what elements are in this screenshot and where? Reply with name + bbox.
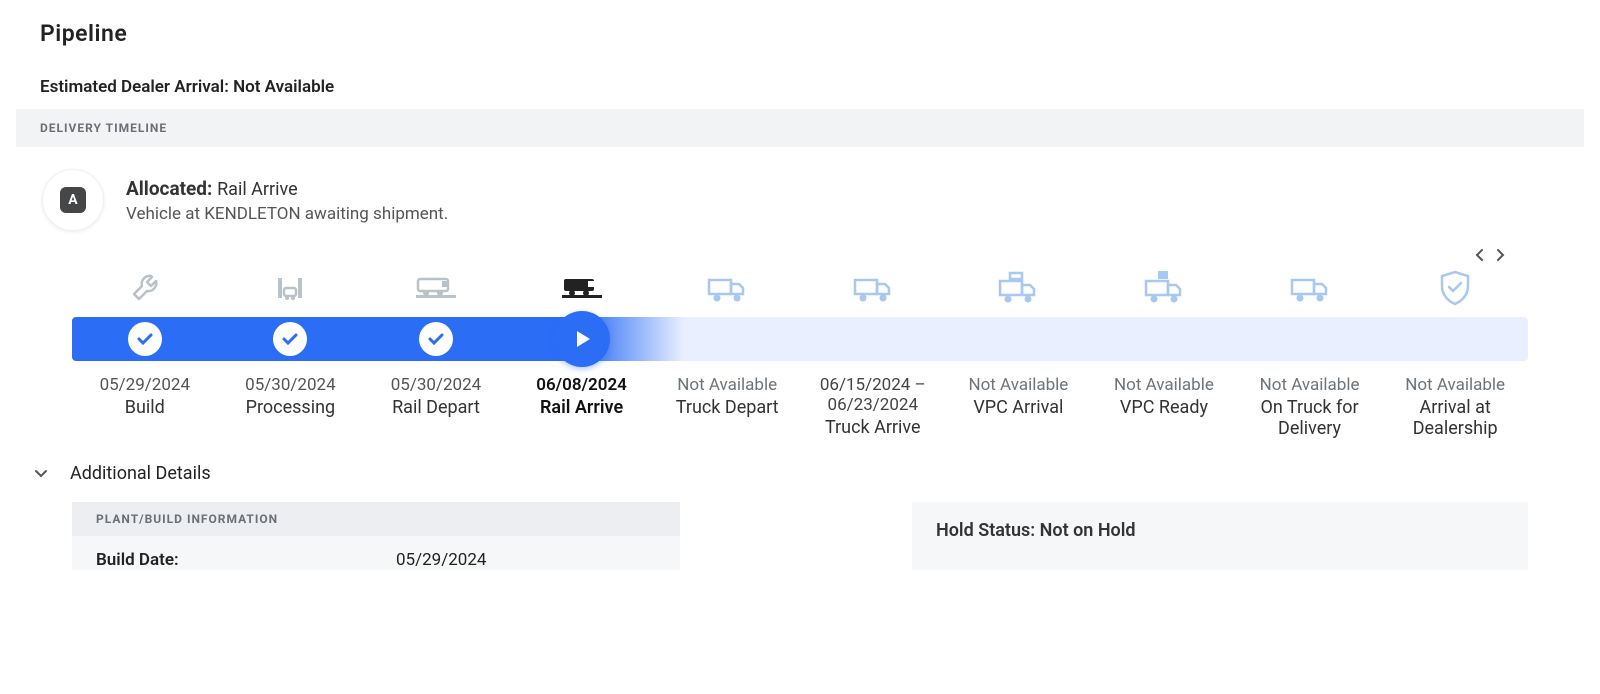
timeline-next-button[interactable] (1492, 247, 1508, 263)
timeline-step-label: Not AvailableOn Truck for Delivery (1237, 373, 1383, 441)
timeline-step-icon (72, 269, 218, 317)
play-icon (554, 311, 610, 367)
train-dark-icon (560, 269, 604, 307)
check-icon (273, 322, 307, 356)
step-date: Not Available (658, 375, 796, 395)
additional-details-toggle[interactable]: Additional Details (16, 441, 1584, 502)
chevron-down-icon (34, 464, 48, 483)
wrench-icon (123, 269, 167, 307)
step-date: 05/30/2024 (222, 375, 360, 395)
details-body: PLANT/BUILD INFORMATION Build Date: 05/2… (16, 502, 1584, 570)
timeline-step-label: 05/30/2024Rail Depart (363, 373, 509, 441)
timeline-step-label: Not AvailableVPC Arrival (946, 373, 1092, 441)
step-date: Not Available (1386, 375, 1524, 395)
timeline-step-icon (363, 269, 509, 317)
build-date-value: 05/29/2024 (396, 550, 486, 570)
timeline-node[interactable] (218, 322, 364, 356)
status-badge-letter: A (60, 187, 86, 213)
additional-details-label: Additional Details (70, 463, 211, 484)
timeline-step-icon (800, 269, 946, 317)
hold-status-label: Hold Status: (936, 520, 1035, 541)
delivery-timeline-section: DELIVERY TIMELINE A Allocated: Rail Arri… (16, 109, 1584, 570)
status-title-prefix: Allocated: (126, 177, 212, 200)
truck-door-icon (1142, 269, 1186, 307)
carwash-icon (268, 269, 312, 307)
status-title: Allocated: Rail Arrive (126, 177, 448, 200)
step-name: Rail Depart (367, 397, 505, 418)
status-badge: A (42, 169, 104, 231)
estimate-value: Not Available (233, 77, 334, 97)
truck-icon (1288, 269, 1332, 307)
step-name: Rail Arrive (513, 397, 651, 418)
timeline-step-label: Not AvailableVPC Ready (1091, 373, 1237, 441)
truck-box-icon (996, 269, 1040, 307)
timeline-step-label: 06/15/2024 – 06/23/2024Truck Arrive (800, 373, 946, 441)
timeline-step-label: 05/29/2024Build (72, 373, 218, 441)
check-icon (128, 322, 162, 356)
timeline-step-icon (218, 269, 364, 317)
timeline-node[interactable] (363, 322, 509, 356)
chevron-left-icon (1475, 248, 1485, 262)
timeline-node[interactable] (72, 322, 218, 356)
step-name: VPC Ready (1095, 397, 1233, 418)
step-name: Arrival at Dealership (1386, 397, 1524, 439)
status-title-suffix: Rail Arrive (217, 179, 298, 200)
timeline-step-label: Not AvailableArrival at Dealership (1382, 373, 1528, 441)
plant-info-header: PLANT/BUILD INFORMATION (72, 502, 680, 536)
step-date: 05/30/2024 (367, 375, 505, 395)
step-date: 05/29/2024 (76, 375, 214, 395)
plant-info-row: Build Date: 05/29/2024 (72, 536, 680, 570)
build-date-label: Build Date: (96, 550, 396, 570)
hold-status-panel: Hold Status: Not on Hold (912, 502, 1528, 570)
timeline: 05/29/2024Build05/30/2024Processing05/30… (16, 263, 1584, 441)
plant-info-panel: PLANT/BUILD INFORMATION Build Date: 05/2… (72, 502, 680, 570)
timeline-step-icon (1237, 269, 1383, 317)
chevron-right-icon (1495, 248, 1505, 262)
timeline-node[interactable] (509, 311, 655, 367)
timeline-step-icon (1382, 269, 1528, 317)
step-date: Not Available (1095, 375, 1233, 395)
timeline-step-icon (654, 269, 800, 317)
step-date: 06/15/2024 – 06/23/2024 (804, 375, 942, 415)
timeline-step-label: Not AvailableTruck Depart (654, 373, 800, 441)
estimate-label: Estimated Dealer Arrival: (40, 77, 229, 97)
timeline-step-icon (509, 269, 655, 317)
timeline-bar (72, 317, 1528, 361)
shield-check-icon (1433, 269, 1477, 307)
status-description: Vehicle at KENDLETON awaiting shipment. (126, 204, 448, 224)
timeline-step-label: 06/08/2024Rail Arrive (509, 373, 655, 441)
check-icon (419, 322, 453, 356)
step-name: Truck Arrive (804, 417, 942, 438)
timeline-step-icon (946, 269, 1092, 317)
hold-status-value: Not on Hold (1040, 520, 1136, 541)
timeline-step-icon (1091, 269, 1237, 317)
status-card: A Allocated: Rail Arrive Vehicle at KEND… (16, 147, 1584, 241)
timeline-step-label: 05/30/2024Processing (218, 373, 364, 441)
estimate-row: Estimated Dealer Arrival: Not Available (40, 77, 1560, 97)
step-date: 06/08/2024 (513, 375, 651, 395)
step-name: On Truck for Delivery (1241, 397, 1379, 439)
step-name: Truck Depart (658, 397, 796, 418)
step-name: Processing (222, 397, 360, 418)
step-date: Not Available (950, 375, 1088, 395)
step-date: Not Available (1241, 375, 1379, 395)
timeline-nav (16, 241, 1584, 263)
delivery-timeline-header: DELIVERY TIMELINE (16, 109, 1584, 147)
truck-icon (851, 269, 895, 307)
truck-icon (705, 269, 749, 307)
step-name: VPC Arrival (950, 397, 1088, 418)
timeline-prev-button[interactable] (1472, 247, 1488, 263)
step-name: Build (76, 397, 214, 418)
page-title: Pipeline (40, 20, 1560, 47)
train-icon (414, 269, 458, 307)
